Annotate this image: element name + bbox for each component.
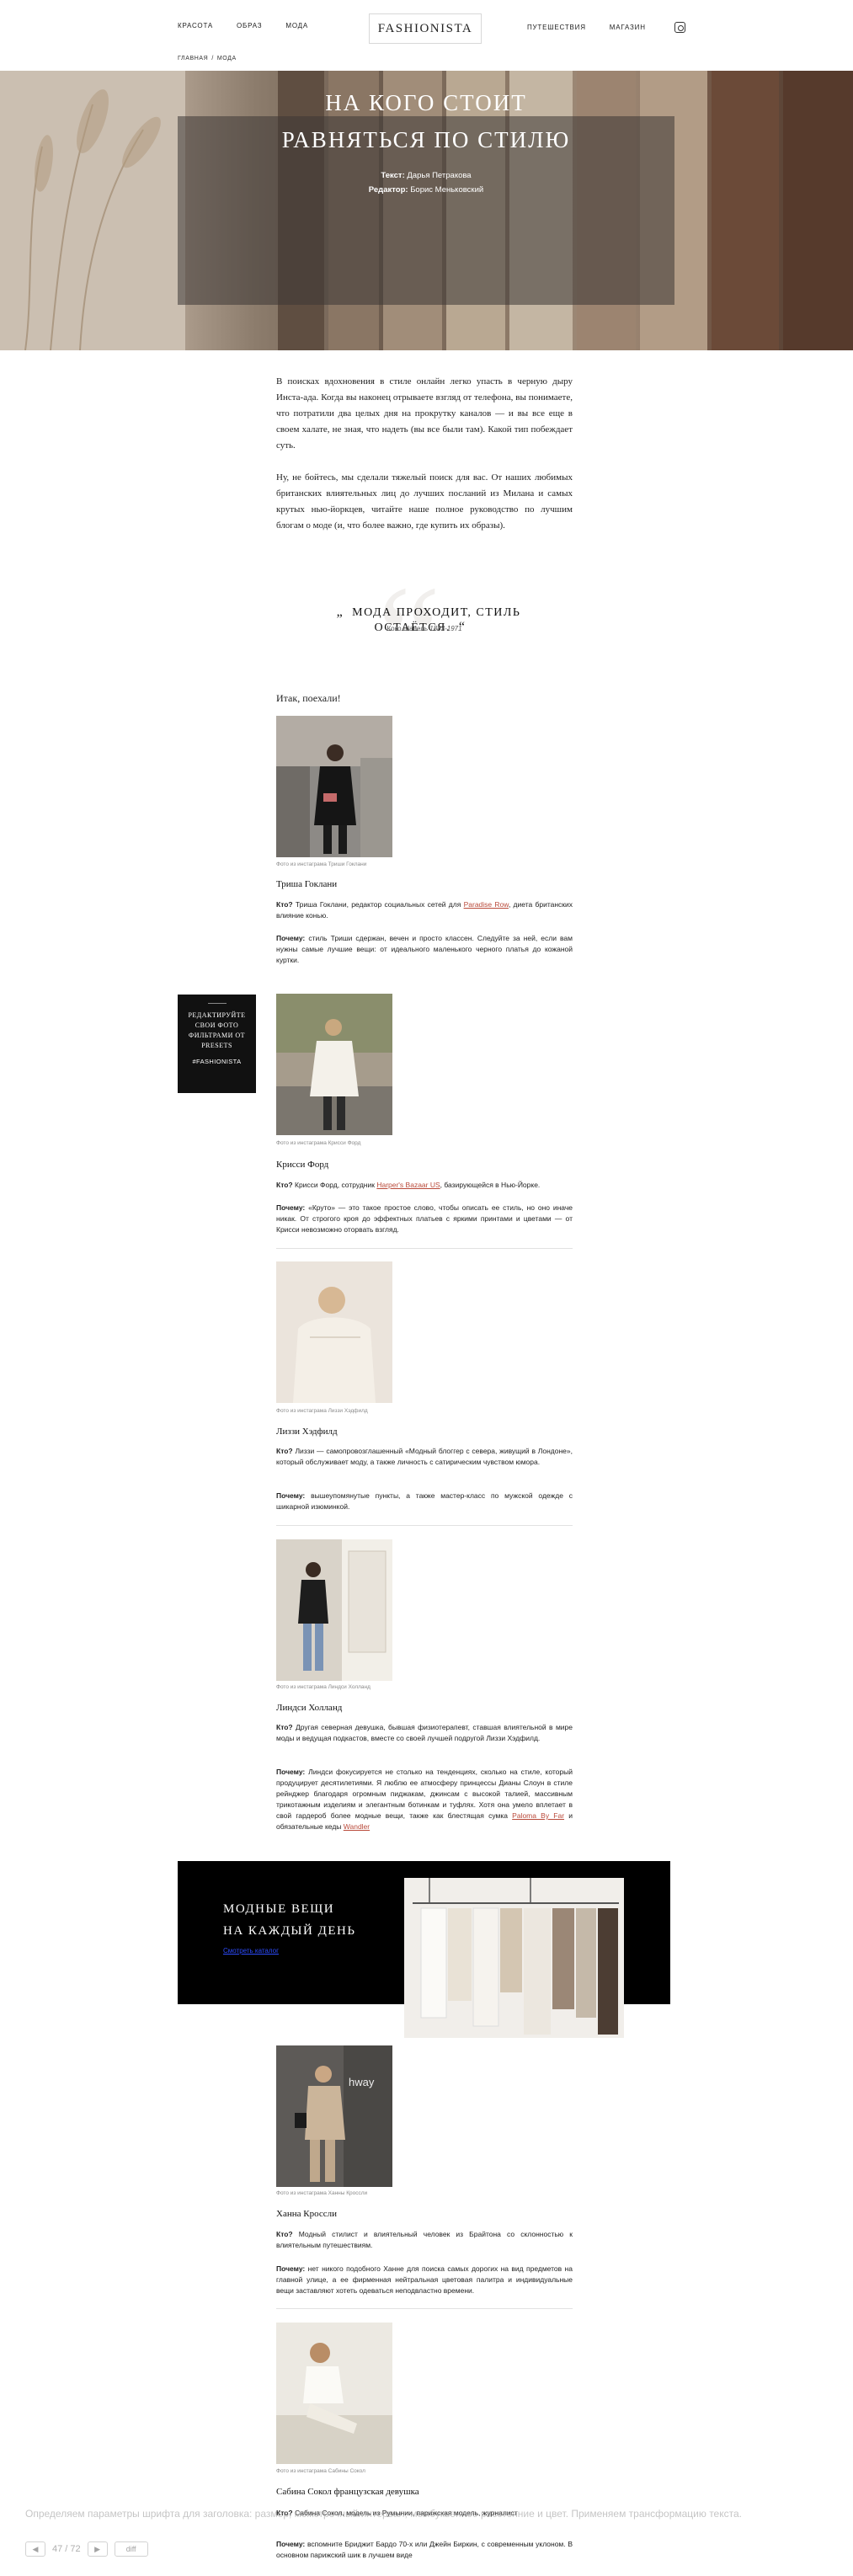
editor-label: Редактор: <box>368 185 408 195</box>
promo-hashtag: #FASHIONISTA <box>192 1058 242 1065</box>
caption-lizzy: Фото из инстаграма Лиззи Хэдфилд <box>276 1408 368 1414</box>
name-hannah: Ханна Кроссли <box>276 2209 337 2219</box>
why-hannah: Почему: нет никого подобного Ханне для п… <box>276 2264 573 2295</box>
photo-chrissy <box>276 994 392 1135</box>
nav-fashion[interactable]: МОДА <box>285 22 308 29</box>
photo-lizzy <box>276 1261 392 1403</box>
intro-paragraph-2: Ну, не бойтесь, мы сделали тяжелый поиск… <box>276 472 573 531</box>
breadcrumb-separator: / <box>211 56 214 61</box>
caption-trisha: Фото из инстаграма Триши Гоклани <box>276 861 367 867</box>
instagram-icon[interactable] <box>674 22 685 33</box>
who-lindsey: Кто? Другая северная девушка, бывшая физ… <box>276 1723 573 1742</box>
title-line-1: НА КОГО СТОИТ <box>325 90 527 115</box>
link-harpers-bazaar[interactable]: Harper's Bazaar US <box>376 1181 440 1189</box>
author-label: Текст: <box>381 171 405 180</box>
editor-name: Борис Меньковский <box>410 185 484 195</box>
next-button[interactable]: ▶ <box>87 2541 108 2557</box>
name-chrissy: Крисси Форд <box>276 1160 329 1170</box>
nav-look[interactable]: ОБРАЗ <box>237 22 262 29</box>
link-wandler[interactable]: Wandler <box>344 1822 370 1831</box>
who-hannah: Кто? Модный стилист и влиятельный челове… <box>276 2230 573 2249</box>
shop-banner: МОДНЫЕ ВЕЩИ НА КАЖДЫЙ ДЕНЬ Смотреть ката… <box>178 1861 670 2038</box>
link-paloma[interactable]: Paloma By Far <box>512 1811 564 1820</box>
photo-lizzy-illustration <box>276 1261 392 1403</box>
quote-mark-decor: “ <box>377 557 441 715</box>
why-lindsey: Почему: Линдси фокусируется не столько н… <box>276 1768 573 1831</box>
name-lizzy: Лиззи Хэдфилд <box>276 1427 338 1437</box>
promo-text: РЕДАКТИРУЙТЕ СВОИ ФОТО ФИЛЬТРАМИ ОТ PRES… <box>188 1011 246 1049</box>
breadcrumb-home[interactable]: ГЛАВНАЯ <box>178 56 208 61</box>
author-name: Дарья Петракова <box>407 171 472 180</box>
presets-promo[interactable]: РЕДАКТИРУЙТЕ СВОИ ФОТО ФИЛЬТРАМИ ОТ PRES… <box>178 995 256 1093</box>
name-trisha: Триша Гоклани <box>276 879 338 889</box>
svg-text:hway: hway <box>349 2076 375 2088</box>
section-intro: Итак, поехали! <box>276 692 341 704</box>
photo-chrissy-illustration <box>276 994 392 1135</box>
caption-chrissy: Фото из инстаграма Крисси Форд <box>276 1140 361 1146</box>
quote-block: “ „ МОДА ПРОХОДИТ, СТИЛЬ ОСТАЁТСЯ. “ Коко … <box>276 564 573 707</box>
intro-paragraph-1: В поисках вдохновения в стиле онлайн лег… <box>276 376 573 451</box>
clothes-rack-illustration <box>404 1878 624 2038</box>
article-credits: Текст: Дарья Петракова Редактор: Борис М… <box>178 168 674 197</box>
promo-divider <box>207 1003 227 1004</box>
prev-button[interactable]: ◀ <box>25 2541 45 2557</box>
instruction-overlay: Определяем параметры шрифта для заголовк… <box>25 2508 742 2520</box>
photo-lindsey <box>276 1539 392 1681</box>
banner-clothes-rack-image <box>404 1878 624 2038</box>
caption-hannah: Фото из инстаграма Ханны Кроссли <box>276 2190 368 2196</box>
diff-button[interactable]: diff <box>114 2541 148 2557</box>
name-lindsey: Линдси Холланд <box>276 1703 343 1713</box>
why-chrissy: Почему: «Круто» — это такое простое слов… <box>276 1203 573 1234</box>
caption-sabina: Фото из инстаграма Сабины Сокол <box>276 2468 365 2474</box>
site-header: КРАСОТА ОБРАЗ МОДА FASHIONISTA ПУТЕШЕСТВ… <box>0 0 853 71</box>
quote-author: Коко Шанель 1883-1971 <box>387 625 462 632</box>
photo-hannah-illustration: hway <box>276 2045 392 2187</box>
banner-title: МОДНЫЕ ВЕЩИ НА КАЖДЫЙ ДЕНЬ <box>223 1902 356 1938</box>
nav-left: КРАСОТА ОБРАЗ МОДА <box>178 22 308 29</box>
photo-lindsey-illustration <box>276 1539 392 1681</box>
why-sabina: Почему: вспомните Бриджит Бардо 70-х или… <box>276 2540 573 2559</box>
photo-trisha-illustration <box>276 716 392 857</box>
divider-1 <box>276 1248 573 1249</box>
why-trisha: Почему: стиль Триши сдержан, вечен и про… <box>276 934 573 964</box>
photo-trisha <box>276 716 392 857</box>
who-chrissy: Кто? Крисси Форд, сотрудник Harper's Baz… <box>276 1181 541 1189</box>
photo-hannah: hway <box>276 2045 392 2187</box>
breadcrumb: ГЛАВНАЯ / МОДА <box>178 56 237 61</box>
slide-pager: ◀ 47 / 72 ▶ diff <box>25 2541 148 2557</box>
nav-travel[interactable]: ПУТЕШЕСТВИЯ <box>527 24 586 31</box>
photo-sabina-illustration <box>276 2323 392 2464</box>
nav-beauty[interactable]: КРАСОТА <box>178 22 213 29</box>
banner-catalog-link[interactable]: Смотреть каталог <box>223 1947 279 1955</box>
why-lizzy: Почему: вышеупомянутые пункты, а также м… <box>276 1491 573 1511</box>
divider-2 <box>276 1525 573 1526</box>
intro-text: В поисках вдохновения в стиле онлайн лег… <box>276 374 573 534</box>
photo-sabina <box>276 2323 392 2464</box>
nav-right: ПУТЕШЕСТВИЯ МАГАЗИН <box>527 22 685 33</box>
title-line-2: РАВНЯТЬСЯ ПО СТИЛЮ <box>281 127 571 152</box>
caption-lindsey: Фото из инстаграма Линдси Холланд <box>276 1684 371 1690</box>
nav-shop[interactable]: МАГАЗИН <box>610 24 646 31</box>
who-lizzy: Кто? Лиззи — самопровозглашенный «Модный… <box>276 1447 573 1466</box>
link-paradise-row[interactable]: Paradise Row <box>464 900 509 909</box>
name-sabina: Сабина Сокол французская девушка <box>276 2487 419 2497</box>
page-counter: 47 / 72 <box>52 2544 81 2554</box>
breadcrumb-fashion[interactable]: МОДА <box>217 56 237 61</box>
article-title: НА КОГО СТОИТ РАВНЯТЬСЯ ПО СТИЛЮ <box>178 84 674 158</box>
divider-3 <box>276 2308 573 2309</box>
who-trisha: Кто? Триша Гоклани, редактор социальных … <box>276 900 573 920</box>
logo[interactable]: FASHIONISTA <box>369 13 482 44</box>
